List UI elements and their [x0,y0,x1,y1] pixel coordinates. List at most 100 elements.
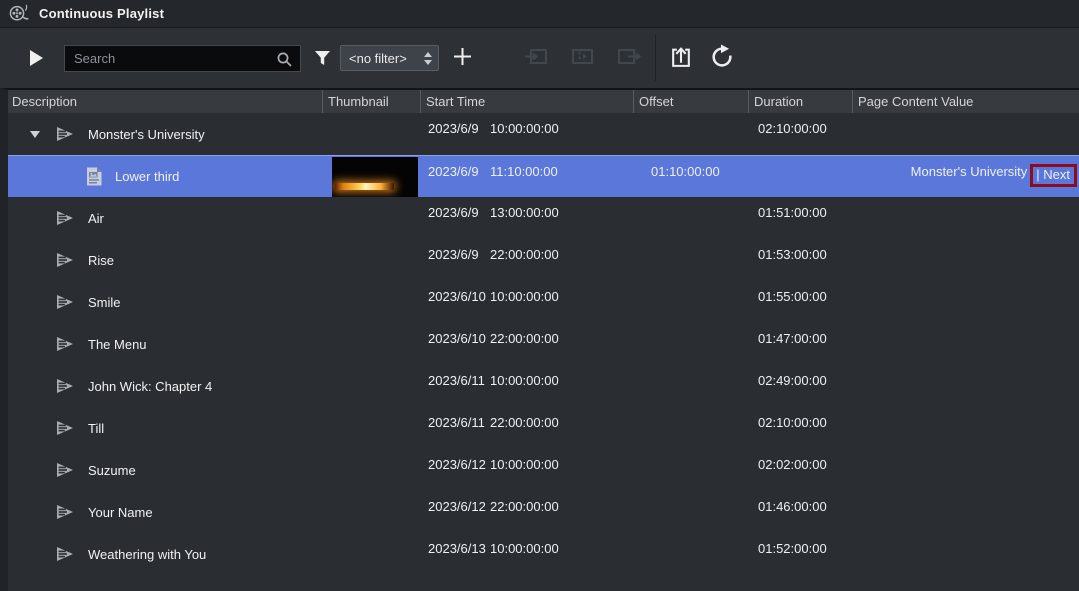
toolbar-divider [655,35,656,81]
page-content-value: Monster's University [910,164,1028,179]
expander-icon[interactable] [30,130,40,138]
offset-cell [633,113,748,155]
take-in-icon [524,46,549,70]
duration-cell: 01:55:00:00 [758,289,827,304]
column-header-start-time[interactable]: Start Time [420,90,633,113]
column-header-duration[interactable]: Duration [748,90,852,113]
toolbar: <no filter> [0,28,1079,88]
description-cell: Air [8,197,322,239]
page-content-cell [852,407,1079,449]
page-content-cell: Monster's University | Next [852,156,1079,197]
column-header-offset[interactable]: Offset [633,90,748,113]
start-time-cell: 2023/6/9 13:00:00:00 [428,205,559,220]
thumbnail-cell [322,239,420,281]
table-row[interactable]: Weathering with You 2023/6/13 10:00:00:00 0… [8,533,1079,575]
play-icon[interactable] [30,50,43,66]
take-out-button[interactable] [616,46,642,70]
duration-cell: 01:51:00:00 [758,205,827,220]
playlist-icon [56,294,74,310]
column-header-description[interactable]: Description [8,90,322,113]
table-row[interactable]: Your Name 2023/6/12 22:00:00:00 01:46:00:00 [8,491,1079,533]
thumbnail-cell [322,197,420,239]
start-time-cell: 2023/6/13 10:00:00:00 [428,541,559,556]
description-cell: Your Name [8,491,322,533]
duration-cell: 01:46:00:00 [758,499,827,514]
spinner-down-icon[interactable] [424,59,432,65]
preview-button[interactable] [570,46,595,70]
row-label: John Wick: Chapter 4 [88,378,213,394]
column-header-thumbnail[interactable]: Thumbnail [322,90,420,113]
start-time-cell: 2023/6/11 22:00:00:00 [428,415,559,430]
duration-cell: 01:47:00:00 [758,331,827,346]
duration-cell [748,156,852,197]
playlist-icon [56,546,74,562]
page-content-cell [852,365,1079,407]
offset-cell [633,281,748,323]
spinner-up-icon[interactable] [424,51,432,57]
table-row[interactable]: Suzume 2023/6/12 10:00:00:00 02:02:00:00 [8,449,1079,491]
thumbnail-cell [322,491,420,533]
playlist-icon [56,378,74,394]
thumbnail-cell [322,156,420,197]
filter-icon[interactable] [314,50,331,66]
thumbnail-cell [322,323,420,365]
playlist-icon [56,462,74,478]
table-row[interactable]: The Menu 2023/6/10 22:00:00:00 01:47:00:00 [8,323,1079,365]
thumbnail-cell [322,113,420,155]
table-row[interactable]: Rise 2023/6/9 22:00:00:00 01:53:00:00 [8,239,1079,281]
page-content-cell [852,281,1079,323]
row-label: Monster's University [88,126,205,142]
start-time-cell: 2023/6/10 22:00:00:00 [428,331,559,346]
film-reel-icon [8,3,30,24]
table-row[interactable]: John Wick: Chapter 4 2023/6/11 10:00:00:00… [8,365,1079,407]
annotation-box: | Next [1030,164,1077,187]
page-icon [84,166,104,187]
refresh-button[interactable] [709,44,735,72]
thumbnail-cell [322,365,420,407]
page-content-cell [852,197,1079,239]
offset-cell [633,449,748,491]
preview-icon [570,46,595,70]
playlist-icon [56,336,74,352]
table-row[interactable]: Lower third 2023/6/9 11:10:00:00 01:10:00:0… [8,155,1079,197]
thumbnail-cell [322,407,420,449]
playlist-icon [56,126,74,142]
take-in-button[interactable] [524,46,549,70]
start-time-cell: 2023/6/9 11:10:00:00 [428,164,558,179]
row-label: Weathering with You [88,546,207,562]
thumbnail-cell [322,533,420,575]
row-label: Suzume [88,462,136,478]
publish-button[interactable] [668,45,694,72]
table-row[interactable]: Monster's University 2023/6/9 10:00:00:00 0… [8,113,1079,155]
description-cell: The Menu [8,323,322,365]
add-button[interactable] [453,47,472,69]
filter-dropdown[interactable]: <no filter> [340,45,439,71]
start-time-cell: 2023/6/12 10:00:00:00 [428,457,559,472]
playlist-icon [56,504,74,520]
table-row[interactable]: Air 2023/6/9 13:00:00:00 01:51:00:00 [8,197,1079,239]
plus-icon [453,47,472,69]
start-time-cell: 2023/6/11 10:00:00:00 [428,373,559,388]
duration-cell: 01:52:00:00 [758,541,827,556]
table-row[interactable]: Smile 2023/6/10 10:00:00:00 01:55:00:00 [8,281,1079,323]
search-input[interactable] [65,50,300,66]
description-cell: Lower third [8,156,322,197]
table-row[interactable]: Till 2023/6/11 22:00:00:00 02:10:00:00 [8,407,1079,449]
offset-cell [633,197,748,239]
description-cell: Suzume [8,449,322,491]
row-label: Rise [88,252,115,268]
thumbnail-image[interactable] [332,156,418,197]
playlist-table: Description Thumbnail Start Time Offset Dura… [0,88,1079,591]
filter-dropdown-value: <no filter> [349,50,407,66]
search-box[interactable] [64,44,301,72]
page-content-cell [852,491,1079,533]
start-time-cell: 2023/6/9 22:00:00:00 [428,247,559,262]
duration-cell: 02:10:00:00 [758,121,827,136]
page-content-cell [852,113,1079,155]
thumbnail-cell [322,281,420,323]
offset-cell [633,491,748,533]
offset-cell [633,239,748,281]
page-content-cell [852,533,1079,575]
column-header-page-content-value[interactable]: Page Content Value [852,90,1079,113]
offset-cell [633,533,748,575]
